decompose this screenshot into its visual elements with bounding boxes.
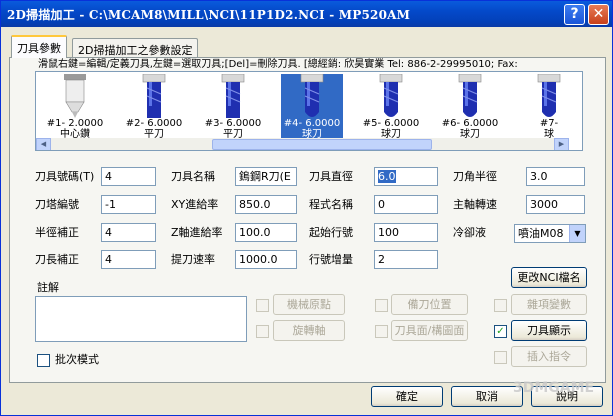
retract-rate-label: 提刀速率 (171, 253, 215, 266)
window-title: 2D掃描加工 - C:\MCAM8\MILL\NCI\11P1D2.NCI - … (7, 8, 411, 22)
tool-plane-checkbox[interactable] (375, 325, 388, 338)
tool-item[interactable]: #2- 6.0000 平刀 (123, 74, 185, 140)
tool-item-number: #6- 6.0000 (441, 118, 499, 129)
program-name-label: 程式名稱 (309, 198, 353, 211)
dialog-window: 2D掃描加工 - C:\MCAM8\MILL\NCI\11P1D2.NCI - … (0, 0, 613, 416)
tool-name-label: 刀具名稱 (171, 170, 215, 183)
spindle-speed-field[interactable]: 3000 (526, 195, 585, 214)
help-title-button[interactable]: ? (564, 4, 585, 25)
hint-text: 滑鼠右鍵=編輯/定義刀具,左鍵=選取刀具;[Del]=刪除刀具. [總經銷: 欣… (38, 59, 518, 70)
tool-item[interactable]: #7- 球 (518, 74, 580, 140)
tool-item-number: #5- 6.0000 (362, 118, 420, 129)
retract-rate-field[interactable]: 1000.0 (235, 250, 297, 269)
chevron-down-icon[interactable]: ▼ (569, 225, 585, 242)
xy-feed-field[interactable]: 850.0 (235, 195, 297, 214)
start-line-label: 起始行號 (309, 226, 353, 239)
tool-change-pos-checkbox[interactable] (375, 299, 388, 312)
tool-item[interactable]: #6- 6.0000 球刀 (439, 74, 501, 140)
rename-nci-button[interactable]: 更改NCI檔名 (511, 267, 587, 288)
batch-mode-checkbox[interactable] (37, 354, 50, 367)
title-bar[interactable]: 2D掃描加工 - C:\MCAM8\MILL\NCI\11P1D2.NCI - … (1, 1, 612, 27)
radius-comp-label: 半徑補正 (35, 226, 79, 239)
tool-change-pos-button[interactable]: 備刀位置 (391, 294, 468, 315)
insert-cmd-button[interactable]: 插入指令 (511, 346, 587, 367)
tool-name-field[interactable]: 鎢鋼R刀(E (235, 167, 297, 186)
center-drill-tool-icon (64, 74, 86, 118)
rotary-axis-button[interactable]: 旋轉軸 (273, 320, 345, 341)
ball-tool-icon (379, 74, 403, 117)
turret-number-field[interactable]: -1 (101, 195, 156, 214)
notes-label: 註解 (37, 281, 59, 294)
horizontal-scrollbar[interactable]: ◀ ▶ (36, 138, 569, 150)
machine-origin-checkbox[interactable] (256, 299, 269, 312)
ok-button[interactable]: 確定 (371, 386, 443, 407)
scroll-left-icon[interactable]: ◀ (36, 138, 51, 150)
tab-tool-parameters[interactable]: 刀具參數 (11, 35, 67, 58)
length-comp-field[interactable]: 4 (101, 250, 156, 269)
line-increment-label: 行號增量 (309, 253, 353, 266)
coolant-label: 冷卻液 (453, 226, 486, 239)
tool-number-label: 刀具號碼(T) (35, 170, 95, 183)
line-increment-field[interactable]: 2 (374, 250, 438, 269)
tool-item-number: #3- 6.0000 (204, 118, 262, 129)
machine-origin-button[interactable]: 機械原點 (273, 294, 345, 315)
start-line-field[interactable]: 100 (374, 223, 438, 242)
turret-number-label: 刀塔編號 (35, 198, 79, 211)
ball-tool-icon (537, 74, 561, 117)
tool-item-number: #2- 6.0000 (125, 118, 183, 129)
z-feed-label: Z軸進給率 (171, 226, 223, 239)
close-button[interactable]: ✕ (588, 4, 609, 25)
coolant-value: 噴油M08 (518, 227, 564, 240)
program-name-field[interactable]: 0 (374, 195, 438, 214)
xy-feed-label: XY進給率 (171, 198, 219, 211)
tool-plane-button[interactable]: 刀具面/構圖面 (391, 320, 468, 341)
misc-vars-checkbox[interactable] (494, 299, 507, 312)
tool-diameter-label: 刀具直徑 (309, 170, 353, 183)
ball-tool-icon (281, 74, 343, 118)
horizontal-scroll-thumb[interactable] (212, 139, 432, 150)
tool-item[interactable]: #3- 6.0000 平刀 (202, 74, 264, 140)
z-feed-field[interactable]: 100.0 (235, 223, 297, 242)
insert-cmd-checkbox[interactable] (494, 351, 507, 364)
flat-tool-icon (221, 74, 245, 118)
radius-comp-field[interactable]: 4 (101, 223, 156, 242)
tool-item[interactable]: #4- 6.0000 球刀 (281, 74, 343, 140)
tool-item[interactable]: #1- 2.0000 中心鑽 (44, 74, 106, 140)
spindle-speed-label: 主軸轉速 (453, 198, 497, 211)
batch-mode-label: 批次模式 (55, 353, 99, 366)
tool-diameter-field[interactable]: 6.0 (374, 167, 438, 186)
length-comp-label: 刀長補正 (35, 253, 79, 266)
tool-display-button[interactable]: 刀具顯示 (511, 320, 587, 341)
watermark-logo: 3DMGAME (513, 380, 595, 396)
corner-radius-field[interactable]: 3.0 (526, 167, 585, 186)
rotary-axis-checkbox[interactable] (256, 325, 269, 338)
tool-display-checkbox[interactable]: ✓ (494, 325, 507, 338)
tab-2d-scan-parameters[interactable]: 2D掃描加工之參數設定 (72, 38, 199, 57)
tool-item-number: #1- 2.0000 (46, 118, 104, 129)
scroll-right-icon[interactable]: ▶ (554, 138, 569, 150)
tool-item-number: #7- (539, 118, 559, 129)
flat-tool-icon (142, 74, 166, 118)
corner-radius-label: 刀角半徑 (453, 170, 497, 183)
coolant-select[interactable]: 噴油M08 ▼ (514, 224, 586, 243)
ball-tool-icon (458, 74, 482, 117)
tool-library-strip[interactable]: #1- 2.0000 中心鑽 #2- 6.0000 平刀 #3- 6.0000 平刀 (35, 71, 583, 151)
misc-vars-button[interactable]: 雜項變數 (511, 294, 587, 315)
tool-item-number: #4- 6.0000 (281, 118, 343, 129)
notes-textarea[interactable] (35, 296, 247, 342)
tool-item[interactable]: #5- 6.0000 球刀 (360, 74, 422, 140)
tool-number-field[interactable]: 4 (101, 167, 156, 186)
